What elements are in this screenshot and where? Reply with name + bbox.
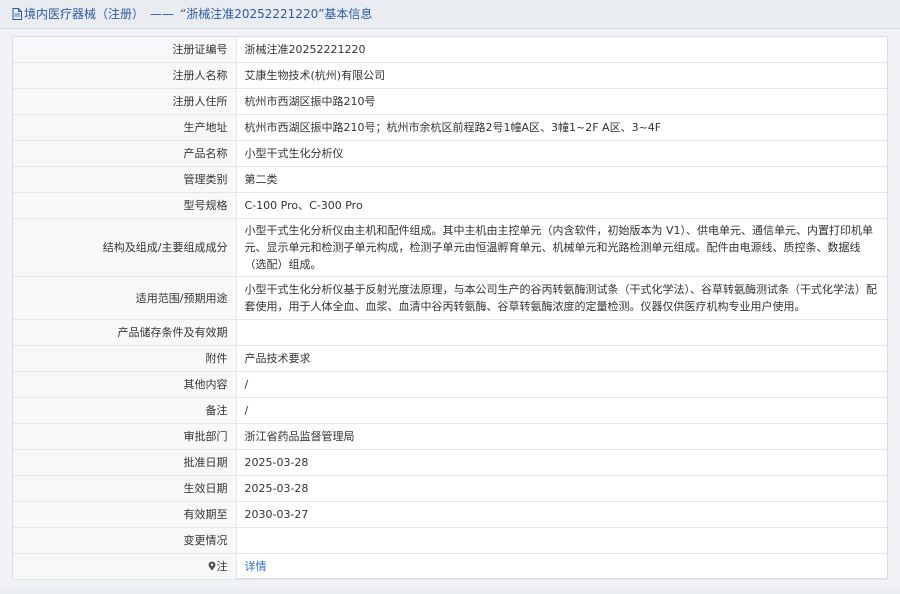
row-value: 2025-03-28 xyxy=(236,475,887,502)
row-label: 结构及组成/主要组成成分 xyxy=(13,218,237,277)
row-value: C-100 Pro、C-300 Pro xyxy=(236,192,887,219)
row-label: 注册人住所 xyxy=(13,88,237,115)
row-label: 附件 xyxy=(13,345,237,372)
row-label: 适用范围/预期用途 xyxy=(13,276,237,320)
header-title: “浙械注准20252221220”基本信息 xyxy=(180,7,373,21)
page-header: 境内医疗器械（注册） —— “浙械注准20252221220”基本信息 xyxy=(0,0,900,29)
row-label: 批准日期 xyxy=(13,449,237,476)
row-value: 小型干式生化分析仪基于反射光度法原理，与本公司生产的谷丙转氨酶测试条（干式化学法… xyxy=(236,276,887,320)
row-label: 型号规格 xyxy=(13,192,237,219)
details-link[interactable]: 详情 xyxy=(245,560,267,573)
table-row: 注册证编号 浙械注准20252221220 xyxy=(13,37,887,63)
row-value xyxy=(236,319,887,346)
row-label: 管理类别 xyxy=(13,166,237,193)
row-value: 杭州市西湖区振中路210号；杭州市余杭区前程路2号1幢A区、3幢1~2F A区、… xyxy=(236,114,887,141)
row-value: 2025-03-28 xyxy=(236,449,887,476)
table-row: 产品储存条件及有效期 xyxy=(13,319,887,346)
table-row: 管理类别 第二类 xyxy=(13,166,887,193)
row-value: 小型干式生化分析仪由主机和配件组成。其中主机由主控单元（内含软件，初始版本为 V… xyxy=(236,218,887,277)
row-label: 变更情况 xyxy=(13,527,237,554)
row-value: 艾康生物技术(杭州)有限公司 xyxy=(236,62,887,89)
note-label: 注 xyxy=(13,553,237,580)
row-value: 第二类 xyxy=(236,166,887,193)
table-row: 审批部门 浙江省药品监督管理局 xyxy=(13,423,887,450)
row-label: 备注 xyxy=(13,397,237,424)
table-row: 有效期至 2030-03-27 xyxy=(13,501,887,528)
table-row: 注 详情 xyxy=(13,553,887,580)
table-row: 变更情况 xyxy=(13,527,887,554)
info-panel: 注册证编号 浙械注准20252221220 注册人名称 艾康生物技术(杭州)有限… xyxy=(12,36,888,580)
table-row: 生产地址 杭州市西湖区振中路210号；杭州市余杭区前程路2号1幢A区、3幢1~2… xyxy=(13,114,887,141)
row-value: / xyxy=(236,397,887,424)
header-category: 境内医疗器械（注册） xyxy=(24,7,145,21)
pin-icon xyxy=(208,561,215,571)
row-label: 产品储存条件及有效期 xyxy=(13,319,237,346)
table-row: 附件 产品技术要求 xyxy=(13,345,887,372)
table-row: 生效日期 2025-03-28 xyxy=(13,475,887,502)
info-table: 注册证编号 浙械注准20252221220 注册人名称 艾康生物技术(杭州)有限… xyxy=(13,37,887,580)
header-separator: —— xyxy=(150,7,175,21)
page-footer-strip xyxy=(0,588,900,594)
document-icon xyxy=(12,8,22,20)
row-label: 生产地址 xyxy=(13,114,237,141)
row-value: 浙械注准20252221220 xyxy=(236,37,887,63)
row-label: 产品名称 xyxy=(13,140,237,167)
row-value: 2030-03-27 xyxy=(236,501,887,528)
row-value: 产品技术要求 xyxy=(236,345,887,372)
row-label: 其他内容 xyxy=(13,371,237,398)
table-row: 备注 / xyxy=(13,397,887,424)
row-value xyxy=(236,527,887,554)
table-row: 批准日期 2025-03-28 xyxy=(13,449,887,476)
row-value: 详情 xyxy=(236,553,887,580)
row-label: 审批部门 xyxy=(13,423,237,450)
row-value: 杭州市西湖区振中路210号 xyxy=(236,88,887,115)
table-row: 结构及组成/主要组成成分 小型干式生化分析仪由主机和配件组成。其中主机由主控单元… xyxy=(13,218,887,277)
row-label: 生效日期 xyxy=(13,475,237,502)
note-label-text: 注 xyxy=(216,560,228,573)
table-row: 产品名称 小型干式生化分析仪 xyxy=(13,140,887,167)
table-row: 型号规格 C-100 Pro、C-300 Pro xyxy=(13,192,887,219)
table-row: 适用范围/预期用途 小型干式生化分析仪基于反射光度法原理，与本公司生产的谷丙转氨… xyxy=(13,276,887,320)
row-value: 浙江省药品监督管理局 xyxy=(236,423,887,450)
table-row: 注册人住所 杭州市西湖区振中路210号 xyxy=(13,88,887,115)
row-label: 注册人名称 xyxy=(13,62,237,89)
table-row: 其他内容 / xyxy=(13,371,887,398)
row-label: 有效期至 xyxy=(13,501,237,528)
row-value: / xyxy=(236,371,887,398)
row-value: 小型干式生化分析仪 xyxy=(236,140,887,167)
row-label: 注册证编号 xyxy=(13,37,237,63)
table-row: 注册人名称 艾康生物技术(杭州)有限公司 xyxy=(13,62,887,89)
